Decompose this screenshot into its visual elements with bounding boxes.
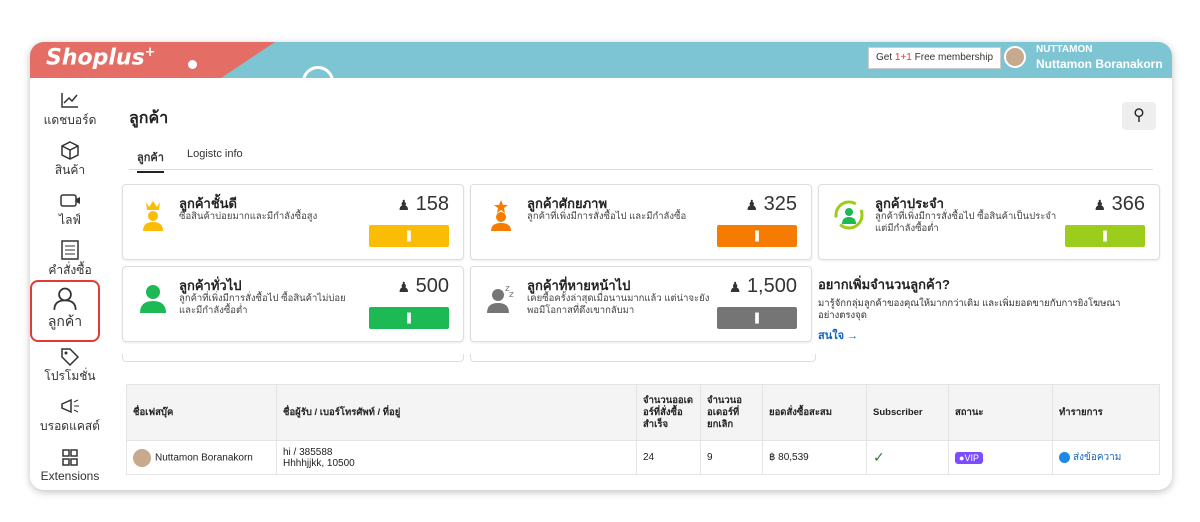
column-header[interactable]: จำนวนออเดอร์ที่ยกเลิก [700, 384, 763, 441]
user-label: NUTTAMON [1036, 44, 1093, 55]
segment-count: ♟ 1,500 [728, 275, 797, 297]
segment-card-potential[interactable]: ลูกค้าศักยภาพ ลูกค้าที่เพิ่งมีการสั่งซื้… [470, 184, 812, 260]
column-header[interactable]: จำนวนออเดอร์ที่สั่งซื้อสำเร็จ [636, 384, 701, 441]
decor-dot [188, 60, 197, 69]
tag-icon [61, 348, 80, 366]
logo[interactable]: Shoplus+ [46, 45, 156, 70]
status-cell: ●VIP [948, 440, 1053, 475]
messenger-icon [1059, 451, 1070, 463]
segment-desc: ลูกค้าที่เพิ่งมีการสั่งซื้อไป และมีกำลัง… [527, 211, 687, 222]
sidebar-item-dashboard[interactable]: แดชบอร์ด [30, 90, 110, 130]
recipient-cell: hi / 385588 Hhhhjjkk, 10500 [276, 440, 637, 475]
segment-count: ♟ 158 [397, 193, 450, 215]
grid-icon [62, 449, 78, 466]
table-header-row: ชื่อเฟสบุ๊ค ชื่อผู้รับ / เบอร์โทรศัพท์ /… [126, 384, 1160, 441]
person-icon: ♟ [728, 279, 742, 295]
segment-button[interactable]: ❚ [1065, 225, 1145, 247]
segment-desc: ลูกค้าที่เพิ่งมีการสั่งซื้อไป ซื้อสินค้า… [875, 211, 1057, 234]
user-icon [53, 287, 77, 310]
success-orders-cell: 24 [636, 440, 701, 475]
sidebar-item-live[interactable]: ไลฟ์ [30, 190, 110, 230]
star-user-icon [491, 200, 511, 231]
svg-text:z: z [509, 290, 514, 300]
search-icon: ⚲ [1133, 107, 1145, 124]
segment-desc: ซื้อสินค้าบ่อยมากและมีกำลังซื้อสูง [179, 211, 318, 222]
subscriber-cell: ✓ [866, 440, 949, 475]
column-header[interactable]: สถานะ [948, 384, 1053, 441]
promo-block: อยากเพิ่มจำนวนลูกค้า? มารู้จักกลุ่มลูกค้… [818, 274, 1138, 344]
avatar [133, 448, 151, 467]
sidebar-item-promotions[interactable]: โปรโมชั่น [30, 346, 110, 386]
avatar[interactable] [1004, 46, 1026, 68]
column-header[interactable]: ทำรายการ [1052, 384, 1160, 441]
tab-logistic-info[interactable]: Logistc info [187, 148, 243, 160]
column-header[interactable]: ชื่อผู้รับ / เบอร์โทรศัพท์ / ที่อยู่ [276, 384, 637, 441]
tab-customers[interactable]: ลูกค้า [137, 148, 164, 173]
sidebar-item-products[interactable]: สินค้า [30, 140, 110, 180]
segment-count: ♟ 325 [745, 193, 798, 215]
send-message-link[interactable]: ส่งข้อความ [1059, 451, 1121, 463]
segment-button[interactable]: ❚ [369, 307, 449, 329]
check-icon: ✓ [873, 449, 885, 465]
app-window: Shoplus+ Get 1+1 Free membership NUTTAMO… [30, 42, 1172, 490]
segment-count: ♟ 500 [397, 275, 450, 297]
page-title: ลูกค้า [129, 110, 169, 127]
total-spend-cell: ฿ 80,539 [762, 440, 867, 475]
segment-desc: เคยซื้อครั้งล่าสุดเมื่อนานมากแล้ว แต่น่า… [527, 293, 710, 316]
live-icon [60, 194, 80, 207]
main-content: ลูกค้า ⚲ ลูกค้า Logistc info ลูกค้าชั้นด… [110, 78, 1172, 490]
chart-icon [61, 93, 78, 108]
table-row[interactable]: Nuttamon Boranakorn hi / 385588 Hhhhjjkk,… [126, 440, 1160, 475]
person-icon: ♟ [397, 279, 411, 295]
promo-title: อยากเพิ่มจำนวนลูกค้า? [818, 277, 950, 292]
segment-button[interactable]: ❚ [717, 307, 797, 329]
segment-button[interactable]: ❚ [717, 225, 797, 247]
sidebar-item-customers[interactable]: ลูกค้า [30, 280, 100, 342]
action-cell[interactable]: ส่งข้อความ [1052, 440, 1160, 475]
segment-card-general[interactable]: ลูกค้าทั่วไป ลูกค้าที่เพิ่งมีการสั่งซื้อ… [122, 266, 464, 342]
segment-card-vip[interactable]: ลูกค้าชั้นดี ซื้อสินค้าบ่อยมากและมีกำลัง… [122, 184, 464, 260]
promo-desc: มารู้จักกลุ่มลูกค้าของคุณให้มากกว่าเดิม … [818, 298, 1121, 321]
user-name[interactable]: Nuttamon Boranakorn [1036, 57, 1163, 71]
facebook-name-cell: Nuttamon Boranakorn [126, 440, 277, 475]
order-list-icon [61, 240, 79, 260]
sleeping-user-icon: zz [487, 284, 514, 313]
segment-desc: ลูกค้าที่เพิ่งมีการสั่งซื้อไป ซื้อสินค้า… [179, 293, 346, 316]
column-header[interactable]: Subscriber [866, 384, 949, 441]
cancelled-orders-cell: 9 [700, 440, 763, 475]
card-shadow-edge [122, 354, 464, 362]
sidebar-item-extensions[interactable]: Extensions [30, 448, 110, 483]
segment-count: ♟ 366 [1093, 193, 1146, 215]
column-header[interactable]: ยอดสั่งซื้อสะสม [762, 384, 867, 441]
segment-card-regular[interactable]: ลูกค้าประจำ ลูกค้าที่เพิ่งมีการสั่งซื้อไ… [818, 184, 1160, 260]
crown-user-icon [143, 201, 163, 231]
person-icon: ♟ [745, 197, 759, 213]
sidebar-item-broadcast[interactable]: บรอดแคสต์ [30, 396, 110, 436]
person-icon: ♟ [397, 197, 411, 213]
person-icon: ♟ [1093, 197, 1107, 213]
promo-link[interactable]: สนใจ → [818, 326, 1138, 344]
column-header[interactable]: ชื่อเฟสบุ๊ค [126, 384, 277, 441]
box-icon [61, 141, 79, 160]
sidebar: แดชบอร์ด สินค้า ไลฟ์ คำสั่งซื้อ ลูกค้า โ… [30, 78, 110, 490]
membership-button[interactable]: Get 1+1 Free membership [868, 47, 1002, 69]
customer-table: ชื่อเฟสบุ๊ค ชื่อผู้รับ / เบอร์โทรศัพท์ /… [126, 384, 1160, 475]
tab-bar: ลูกค้า Logistc info [129, 144, 1153, 173]
megaphone-icon [61, 398, 79, 414]
refresh-user-icon [834, 200, 864, 230]
search-button[interactable]: ⚲ [1122, 102, 1156, 130]
status-badge: ●VIP [955, 451, 983, 464]
user-green-icon [140, 285, 166, 313]
card-shadow-edge [470, 354, 816, 362]
segment-button[interactable]: ❚ [369, 225, 449, 247]
segment-card-lapsed[interactable]: zz ลูกค้าที่หายหน้าไป เคยซื้อครั้งล่าสุด… [470, 266, 812, 342]
sidebar-item-orders[interactable]: คำสั่งซื้อ [30, 240, 110, 280]
